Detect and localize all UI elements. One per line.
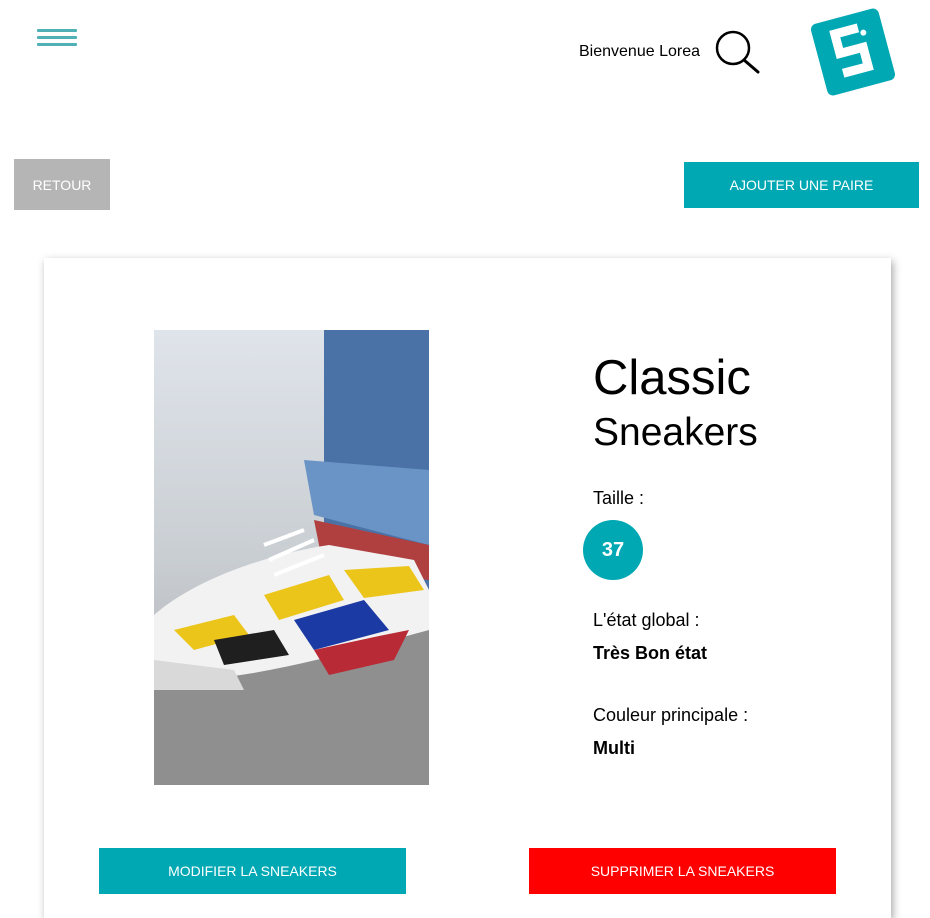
add-pair-button[interactable]: AJOUTER UNE PAIRE [684, 162, 919, 208]
hamburger-menu-icon[interactable] [37, 29, 77, 47]
sneaker-photo [154, 330, 429, 785]
color-label: Couleur principale : [593, 705, 749, 725]
brand-logo[interactable] [808, 6, 898, 98]
product-title-line2: Sneakers [593, 411, 758, 454]
product-title-line1: Classic [593, 351, 751, 405]
size-badge: 37 [583, 520, 643, 580]
search-icon[interactable] [713, 28, 761, 76]
back-button[interactable]: RETOUR [14, 159, 110, 210]
delete-sneaker-button[interactable]: SUPPRIMER LA SNEAKERS [529, 848, 836, 894]
condition-label: L'état global : [593, 610, 700, 630]
welcome-text: Bienvenue Lorea [579, 43, 700, 60]
condition-value: Très Bon état [593, 643, 708, 663]
size-label: Taille : [593, 488, 645, 508]
modify-sneaker-button[interactable]: MODIFIER LA SNEAKERS [99, 848, 406, 894]
product-card: Classic Sneakers Taille : 37 L'état glob… [44, 258, 891, 918]
color-value: Multi [593, 738, 635, 758]
